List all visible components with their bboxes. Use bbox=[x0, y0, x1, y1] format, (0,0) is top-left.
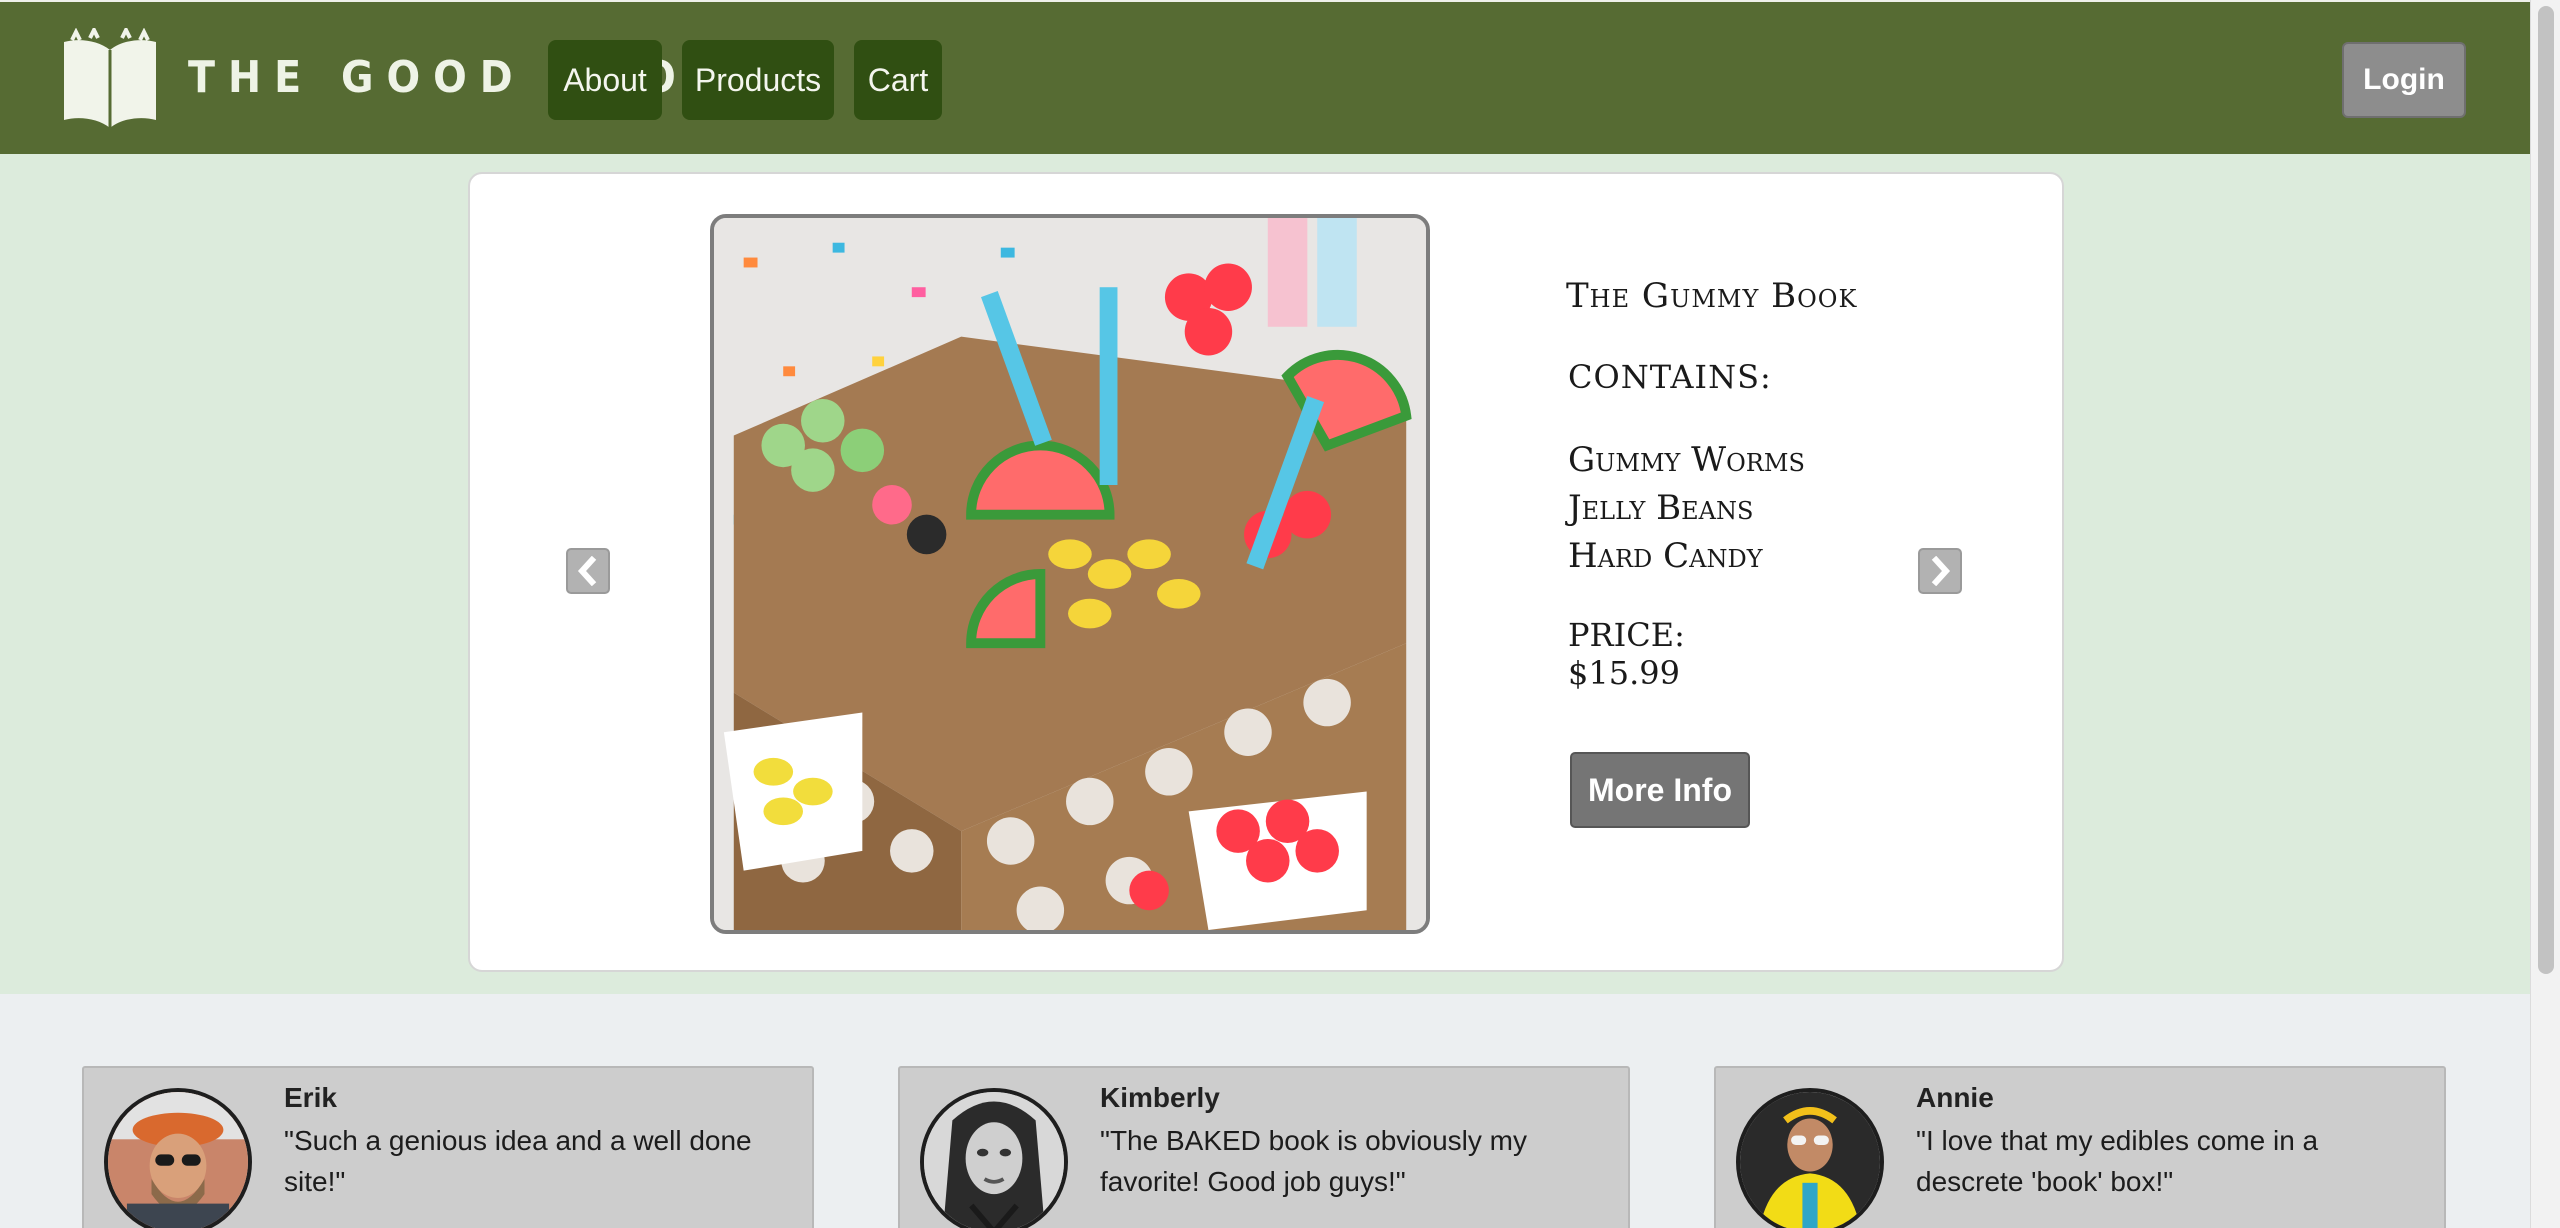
chevron-left-icon[interactable] bbox=[566, 548, 610, 594]
avatar bbox=[920, 1088, 1068, 1228]
product-title: The Gummy Book bbox=[1566, 276, 1858, 316]
open-book-icon[interactable] bbox=[58, 25, 162, 132]
contains-label: CONTAINS: bbox=[1568, 358, 1772, 396]
navbar: THE GOOD BOOK About Products Cart Login bbox=[0, 0, 2530, 154]
vertical-scrollbar[interactable] bbox=[2530, 0, 2560, 1228]
testimonial-quote: "I love that my edibles come in a descre… bbox=[1916, 1125, 2319, 1197]
page: THE GOOD BOOK About Products Cart Login bbox=[0, 0, 2560, 1228]
scrollbar-thumb[interactable] bbox=[2538, 6, 2554, 974]
avatar bbox=[1736, 1088, 1884, 1228]
login-button[interactable]: Login bbox=[2342, 42, 2466, 118]
chevron-right-icon[interactable] bbox=[1918, 548, 1962, 594]
list-item: Jelly Beans bbox=[1568, 488, 1754, 528]
testimonial-name: Erik bbox=[284, 1082, 337, 1113]
nav-cart[interactable]: Cart bbox=[854, 40, 942, 120]
testimonial-name: Kimberly bbox=[1100, 1082, 1220, 1113]
testimonial-quote: "The BAKED book is obviously my favorite… bbox=[1100, 1125, 1527, 1197]
testimonial-name: Annie bbox=[1916, 1082, 1994, 1113]
price-value: $15.99 bbox=[1568, 654, 1680, 692]
more-info-button[interactable]: More Info bbox=[1570, 752, 1750, 828]
contents-list: Gummy Worms Jelly Beans Hard Candy bbox=[1568, 436, 1805, 580]
nav-about[interactable]: About bbox=[548, 40, 662, 120]
testimonial-card: Kimberly "The BAKED book is obviously my… bbox=[898, 1066, 1630, 1228]
list-item: Hard Candy bbox=[1568, 536, 1763, 576]
product-image bbox=[710, 214, 1430, 934]
testimonial-card: Annie "I love that my edibles come in a … bbox=[1714, 1066, 2446, 1228]
price-label: PRICE: bbox=[1568, 616, 1685, 654]
avatar bbox=[104, 1088, 252, 1228]
nav-products[interactable]: Products bbox=[682, 40, 834, 120]
list-item: Gummy Worms bbox=[1568, 440, 1805, 480]
testimonial-quote: "Such a genious idea and a well done sit… bbox=[284, 1125, 752, 1197]
testimonial-card: Erik "Such a genious idea and a well don… bbox=[82, 1066, 814, 1228]
